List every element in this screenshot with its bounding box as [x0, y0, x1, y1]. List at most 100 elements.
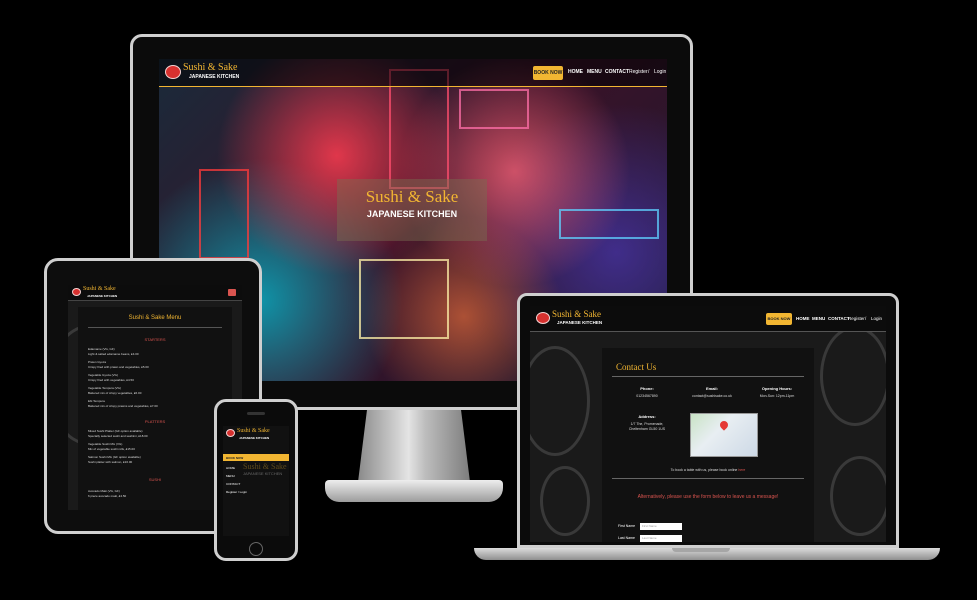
- divider: [612, 478, 804, 479]
- logo-subtitle: JAPANESE KITCHEN: [189, 74, 240, 80]
- logo-icon[interactable]: [536, 312, 550, 324]
- menu-section-title: STARTERS: [144, 337, 166, 342]
- menu-item: Vegetable Tempura (VG): [88, 386, 121, 390]
- phone-home-button[interactable]: [249, 542, 263, 556]
- nav-contact[interactable]: CONTACT: [828, 316, 850, 321]
- menu-card: Sushi & Sake Menu STARTERS Edamame (VG, …: [78, 307, 232, 510]
- phone-nav-home[interactable]: HOME: [226, 466, 235, 470]
- phone-nav-menu-link[interactable]: MENU: [226, 474, 235, 478]
- menu-item: Mixed Sushi Platter (GF option available…: [88, 429, 143, 433]
- logo-title[interactable]: Sushi & Sake: [83, 286, 116, 292]
- laptop-notch: [672, 548, 730, 552]
- logo-subtitle: JAPANESE KITCHEN: [87, 294, 118, 298]
- menu-item: Vegetable Sushi Mix (VG): [88, 442, 123, 446]
- logo-icon[interactable]: [165, 65, 181, 79]
- menu-item: Specially selected sushi and sashimi, £1…: [88, 434, 148, 438]
- tablet-navbar: Sushi & Sake JAPANESE KITCHEN: [68, 285, 242, 301]
- menu-item: Crispy fried with vegetables, £4.50: [88, 378, 134, 382]
- logo-subtitle: JAPANESE KITCHEN: [239, 436, 270, 440]
- book-now-button[interactable]: BOOK NOW: [766, 313, 792, 325]
- menu-section-title: SUSHI: [148, 477, 162, 482]
- phone-book-now-label: BOOK NOW: [226, 456, 244, 460]
- laptop-navbar: Sushi & Sake JAPANESE KITCHEN BOOK NOW H…: [530, 306, 886, 332]
- menu-item: Vegetable Gyoza (VG): [88, 373, 119, 377]
- alternative-message: Alternatively, please use the form below…: [637, 494, 779, 500]
- contact-title: Contact Us: [616, 362, 657, 372]
- neon-sign: [359, 259, 449, 339]
- nav-login[interactable]: Login: [654, 69, 666, 75]
- monitor-stand-base: [325, 480, 503, 502]
- contact-card: Contact Us Phone: 01234567890 Email: con…: [602, 348, 814, 542]
- phone-speaker: [247, 412, 265, 415]
- menu-item: Prawn Gyoza: [88, 360, 107, 364]
- first-name-label: First Name: [618, 524, 636, 528]
- nav-home[interactable]: HOME: [568, 69, 583, 75]
- phone-nav-menu: HOME MENU CONTACT Register / Login Sushi…: [223, 462, 289, 532]
- phone-book-now-button[interactable]: BOOK NOW: [223, 454, 289, 461]
- neon-sign: [199, 169, 249, 259]
- logo-title[interactable]: Sushi & Sake: [237, 428, 270, 434]
- menu-item: Avocado Maki (VG, GF): [88, 489, 120, 493]
- neon-sign: [459, 89, 529, 129]
- address-heading: Address:: [638, 414, 656, 419]
- menu-heading: Sushi & Sake Menu: [128, 315, 182, 321]
- last-name-field[interactable]: Last Name: [640, 535, 682, 542]
- menu-item: Battered mix of crispy prawns and vegeta…: [88, 404, 158, 408]
- menu-item: Salmon Sushi Mix (GF option available): [88, 455, 141, 459]
- laptop-device: Sushi & Sake JAPANESE KITCHEN BOOK NOW H…: [517, 293, 899, 548]
- logo-icon[interactable]: [226, 429, 235, 437]
- first-name-field[interactable]: First Name: [640, 523, 682, 530]
- nav-contact[interactable]: CONTACT: [605, 69, 629, 75]
- koi-decoration: [830, 456, 886, 536]
- book-online-link[interactable]: here: [738, 468, 745, 472]
- logo-title[interactable]: Sushi & Sake: [183, 62, 237, 73]
- desktop-navbar: Sushi & Sake JAPANESE KITCHEN BOOK NOW H…: [159, 59, 667, 87]
- phone-nav-contact[interactable]: CONTACT: [226, 482, 240, 486]
- menu-item: Mix of vegetable sushi rolls, £15.00: [88, 447, 135, 451]
- koi-decoration: [530, 346, 590, 456]
- logo-title[interactable]: Sushi & Sake: [552, 309, 601, 319]
- nav-menu[interactable]: MENU: [812, 316, 825, 321]
- menu-item: Light & salted edamame beans, £4.00: [88, 352, 139, 356]
- book-online-line: To book a table with us, please book onl…: [626, 468, 790, 472]
- divider: [612, 376, 804, 377]
- nav-home[interactable]: HOME: [796, 316, 810, 321]
- phone-value: 01234567890: [636, 394, 658, 398]
- email-value[interactable]: contact@sushisake.co.uk: [682, 394, 742, 398]
- phone-hero-title: Sushi & Sake: [243, 462, 287, 471]
- menu-item: Crispy fried with prawn and vegetables, …: [88, 365, 149, 369]
- menu-item: Battered mix of crispy vegetables, £6.00: [88, 391, 142, 395]
- neon-sign: [389, 69, 449, 189]
- menu-section-title: PLATTERS: [144, 419, 166, 424]
- nav-separator: /: [648, 69, 650, 75]
- nav-register[interactable]: Register: [848, 316, 865, 321]
- hours-heading: Opening Hours:: [761, 386, 793, 391]
- hamburger-icon[interactable]: [228, 289, 236, 296]
- book-online-text: To book a table with us, please book onl…: [670, 468, 738, 472]
- koi-decoration: [540, 466, 590, 536]
- neon-sign: [559, 209, 659, 239]
- phone-screen: Sushi & Sake JAPANESE KITCHEN BOOK NOW H…: [223, 426, 289, 536]
- menu-item: Sushi platter with salmon, £16.00: [88, 460, 133, 464]
- menu-item: 6 piece avocado maki, £4.50: [88, 494, 127, 498]
- phone-heading: Phone:: [640, 386, 654, 391]
- phone-device: Sushi & Sake JAPANESE KITCHEN BOOK NOW H…: [214, 399, 298, 561]
- logo-icon[interactable]: [72, 288, 81, 296]
- logo-subtitle: JAPANESE KITCHEN: [557, 320, 603, 325]
- hours-value: Mon-Sun: 12pm-11pm: [759, 394, 795, 398]
- laptop-screen: Sushi & Sake JAPANESE KITCHEN BOOK NOW H…: [530, 306, 886, 542]
- book-now-button[interactable]: BOOK NOW: [533, 66, 563, 80]
- phone-nav-register-login[interactable]: Register / Login: [226, 490, 247, 494]
- nav-login[interactable]: Login: [871, 316, 882, 321]
- hero-title-panel: Sushi & Sake JAPANESE KITCHEN: [337, 179, 487, 241]
- device-mockup-stage: Sushi & Sake JAPANESE KITCHEN BOOK NOW H…: [0, 0, 977, 600]
- nav-register[interactable]: Register: [629, 69, 648, 75]
- divider: [88, 327, 222, 328]
- last-name-label: Last Name: [618, 536, 635, 540]
- menu-item: Ebi Tempura: [88, 399, 105, 403]
- nav-menu[interactable]: MENU: [587, 69, 602, 75]
- phone-hero-subtitle: JAPANESE KITCHEN: [243, 471, 283, 476]
- email-heading: Email:: [705, 386, 718, 391]
- hero-subtitle: JAPANESE KITCHEN: [366, 209, 458, 219]
- monitor-stand-neck: [358, 410, 470, 482]
